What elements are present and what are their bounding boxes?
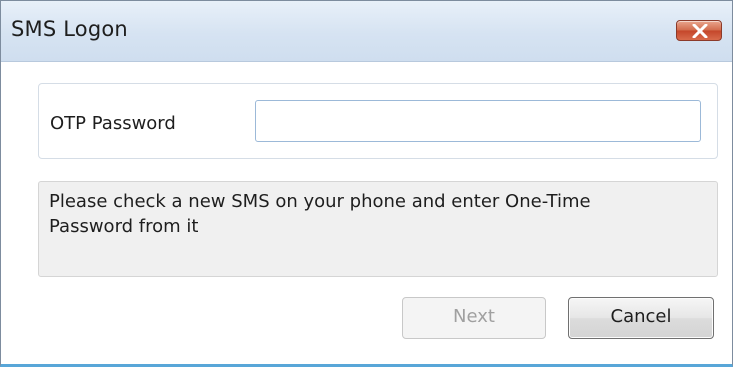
title-bar[interactable]: SMS Logon [1,1,732,62]
message-panel: Please check a new SMS on your phone and… [38,181,718,277]
instruction-text: Please check a new SMS on your phone and… [49,191,591,237]
otp-password-input[interactable] [255,100,701,142]
close-icon [692,24,708,38]
close-button[interactable] [676,20,722,41]
otp-panel: OTP Password [38,83,718,159]
otp-password-label: OTP Password [50,113,176,134]
cancel-button[interactable]: Cancel [568,297,714,339]
next-button[interactable]: Next [402,297,546,339]
window-title: SMS Logon [11,17,128,41]
sms-logon-dialog: SMS Logon OTP Password Please check a ne… [0,0,733,367]
